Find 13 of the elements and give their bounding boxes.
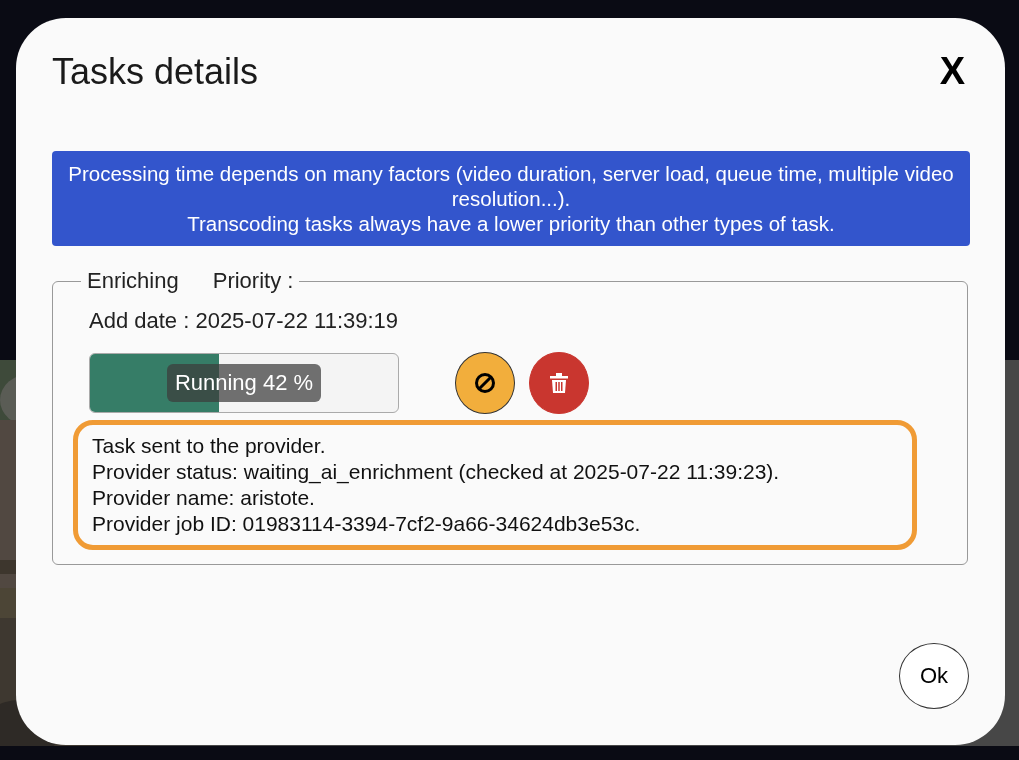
cancel-icon	[474, 372, 496, 394]
dialog-title: Tasks details	[52, 50, 259, 93]
ok-button[interactable]: Ok	[899, 643, 969, 709]
cancel-button[interactable]	[455, 352, 515, 414]
task-log: Task sent to the provider. Provider status: waiting_ai_enrichment (checked at 2025-07-22 11:39:23). Provider name: aristote. Provider job ID: 01983114-3394-7cf2-9a66-34624db3e53c.	[73, 420, 917, 550]
trash-icon	[550, 373, 568, 393]
close-button[interactable]: X	[935, 50, 969, 93]
progress-label: Running 42 %	[166, 364, 322, 402]
info-banner: Processing time depends on many factors (video duration, server load, queue time, multiple video resolution...). Transcoding tasks always have a lower priority than other types of task.	[52, 151, 970, 246]
delete-button[interactable]	[529, 352, 589, 414]
priority-label: Priority :	[212, 268, 294, 294]
add-date: Add date : 2025-07-22 11:39:19	[89, 308, 400, 334]
task-type: Enriching	[87, 268, 179, 294]
